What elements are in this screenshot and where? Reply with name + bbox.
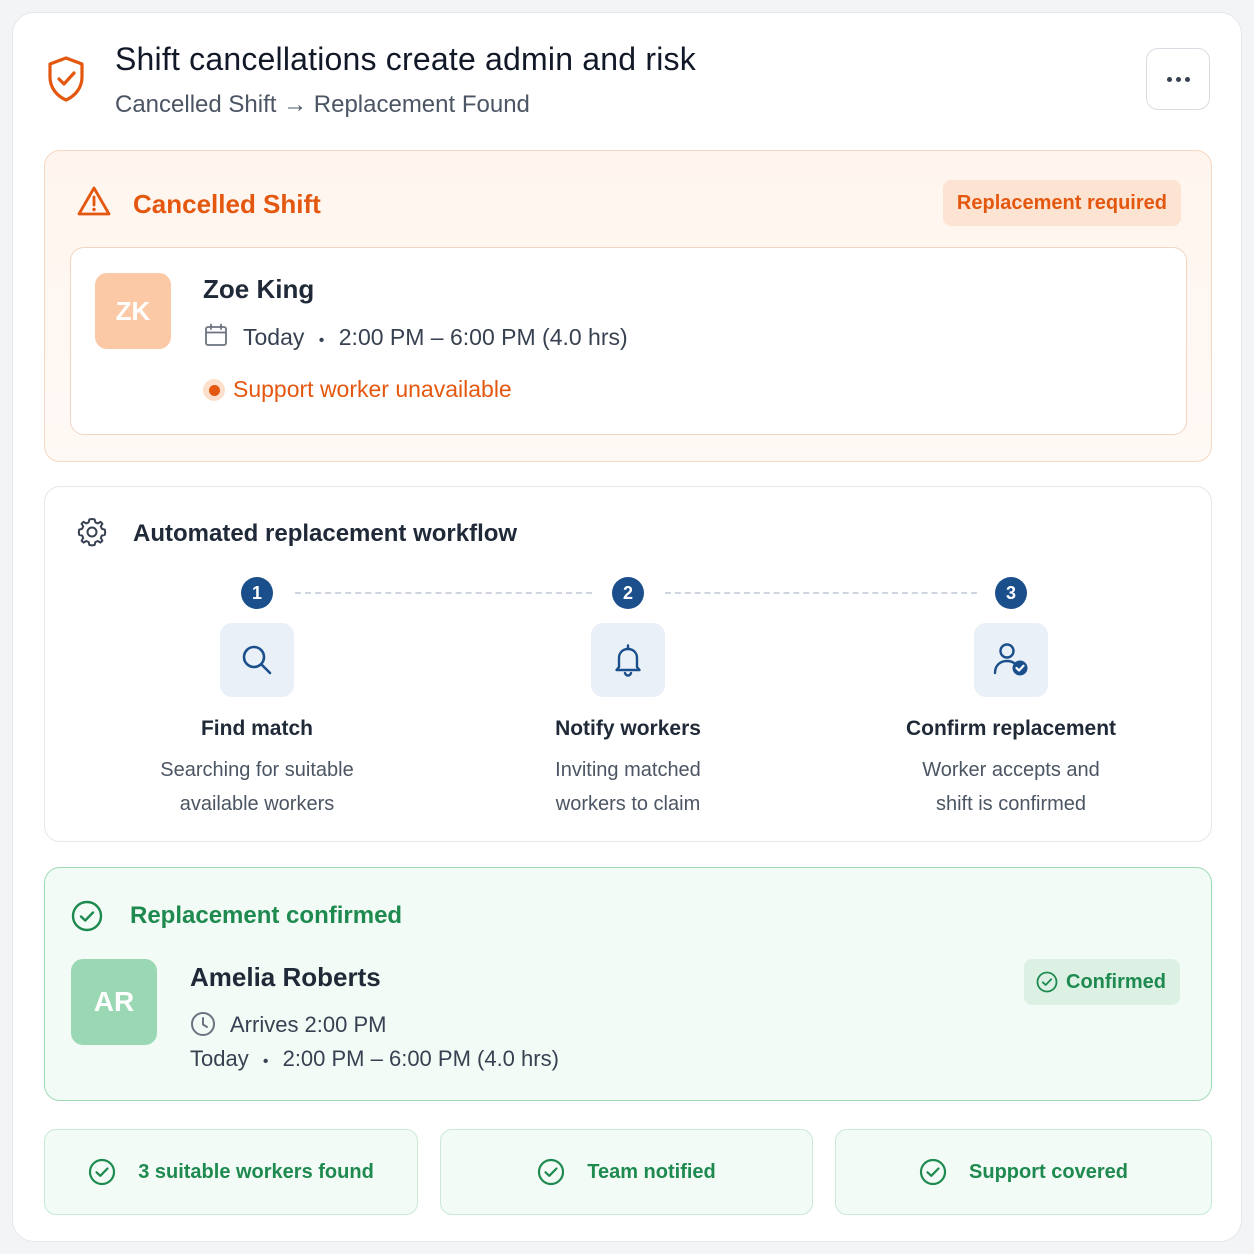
step-description: Searching for suitable available workers — [160, 759, 354, 815]
worker-status: Support worker unavailable — [233, 376, 512, 402]
workflow-title: Automated replacement workflow — [133, 520, 518, 547]
cancelled-worker-card[interactable]: ZK Zoe King Today • 2:00 PM – 6:00 PM (4… — [70, 247, 1187, 435]
summary-label: Team notified — [587, 1160, 716, 1183]
main-card: Shift cancellations create admin and ris… — [12, 12, 1242, 1242]
check-circle-icon — [919, 1158, 947, 1186]
avatar: AR — [71, 959, 157, 1045]
step-description: Worker accepts and shift is confirmed — [922, 759, 1100, 815]
warning-triangle-icon — [77, 186, 111, 216]
page-subtitle: Cancelled Shift → Replacement Found — [115, 91, 530, 118]
check-circle-icon — [89, 1158, 116, 1186]
confirmed-badge: Confirmed — [1024, 959, 1180, 1005]
replacement-required-badge: Replacement required — [942, 180, 1181, 226]
summary-chip-support-covered: Support covered — [835, 1129, 1212, 1215]
page-title: Shift cancellations create admin and ris… — [115, 41, 696, 77]
shift-time: Today • 2:00 PM – 6:00 PM (4.0 hrs) — [243, 324, 628, 350]
workflow-step-confirm-replacement[interactable]: 3 Confirm replacement Worker accepts and… — [851, 577, 1171, 821]
cancelled-shift-panel: Cancelled Shift Replacement required ZK … — [44, 150, 1212, 462]
avatar: ZK — [95, 273, 171, 349]
clock-icon — [191, 1012, 215, 1036]
workflow-panel: Automated replacement workflow 1 Find ma… — [44, 486, 1212, 842]
summary-chip-workers-found: 3 suitable workers found — [44, 1129, 418, 1215]
workflow-step-find-match[interactable]: 1 Find match Searching for suitable avai… — [97, 577, 417, 821]
step-description: Inviting matched workers to claim — [555, 759, 701, 815]
summary-label: Support covered — [969, 1160, 1128, 1183]
step-title: Confirm replacement — [905, 717, 1117, 740]
check-circle-icon — [538, 1158, 565, 1186]
worker-name: Zoe King — [203, 274, 315, 304]
calendar-icon — [205, 323, 227, 346]
workflow-step-notify-workers[interactable]: 2 Notify workers Inviting matched worker… — [468, 577, 788, 821]
check-circle-icon — [71, 900, 103, 932]
more-options-button[interactable] — [1146, 48, 1210, 110]
step-number: 3 — [995, 577, 1027, 609]
bell-icon — [615, 644, 641, 677]
more-horizontal-icon — [1166, 76, 1172, 82]
step-title: Notify workers — [555, 717, 701, 740]
user-check-icon — [993, 643, 1028, 676]
worker-name: Amelia Roberts — [190, 962, 381, 992]
arrival-time: Arrives 2:00 PM — [230, 1012, 387, 1037]
shift-time: Today • 2:00 PM – 6:00 PM (4.0 hrs) — [190, 1046, 559, 1071]
summary-label: 3 suitable workers found — [138, 1160, 374, 1183]
cancelled-shift-title: Cancelled Shift — [133, 189, 321, 219]
search-icon — [242, 645, 272, 675]
gear-icon — [77, 518, 107, 547]
step-number: 1 — [241, 577, 273, 609]
replacement-confirmed-panel: Replacement confirmed AR Amelia Roberts … — [44, 867, 1212, 1101]
check-circle-icon — [1036, 971, 1058, 993]
shield-check-icon — [48, 56, 84, 102]
replacement-confirmed-title: Replacement confirmed — [130, 902, 403, 929]
step-title: Find match — [200, 717, 313, 740]
status-dot-icon — [203, 379, 225, 401]
summary-chip-team-notified: Team notified — [440, 1129, 813, 1215]
step-number: 2 — [612, 577, 644, 609]
